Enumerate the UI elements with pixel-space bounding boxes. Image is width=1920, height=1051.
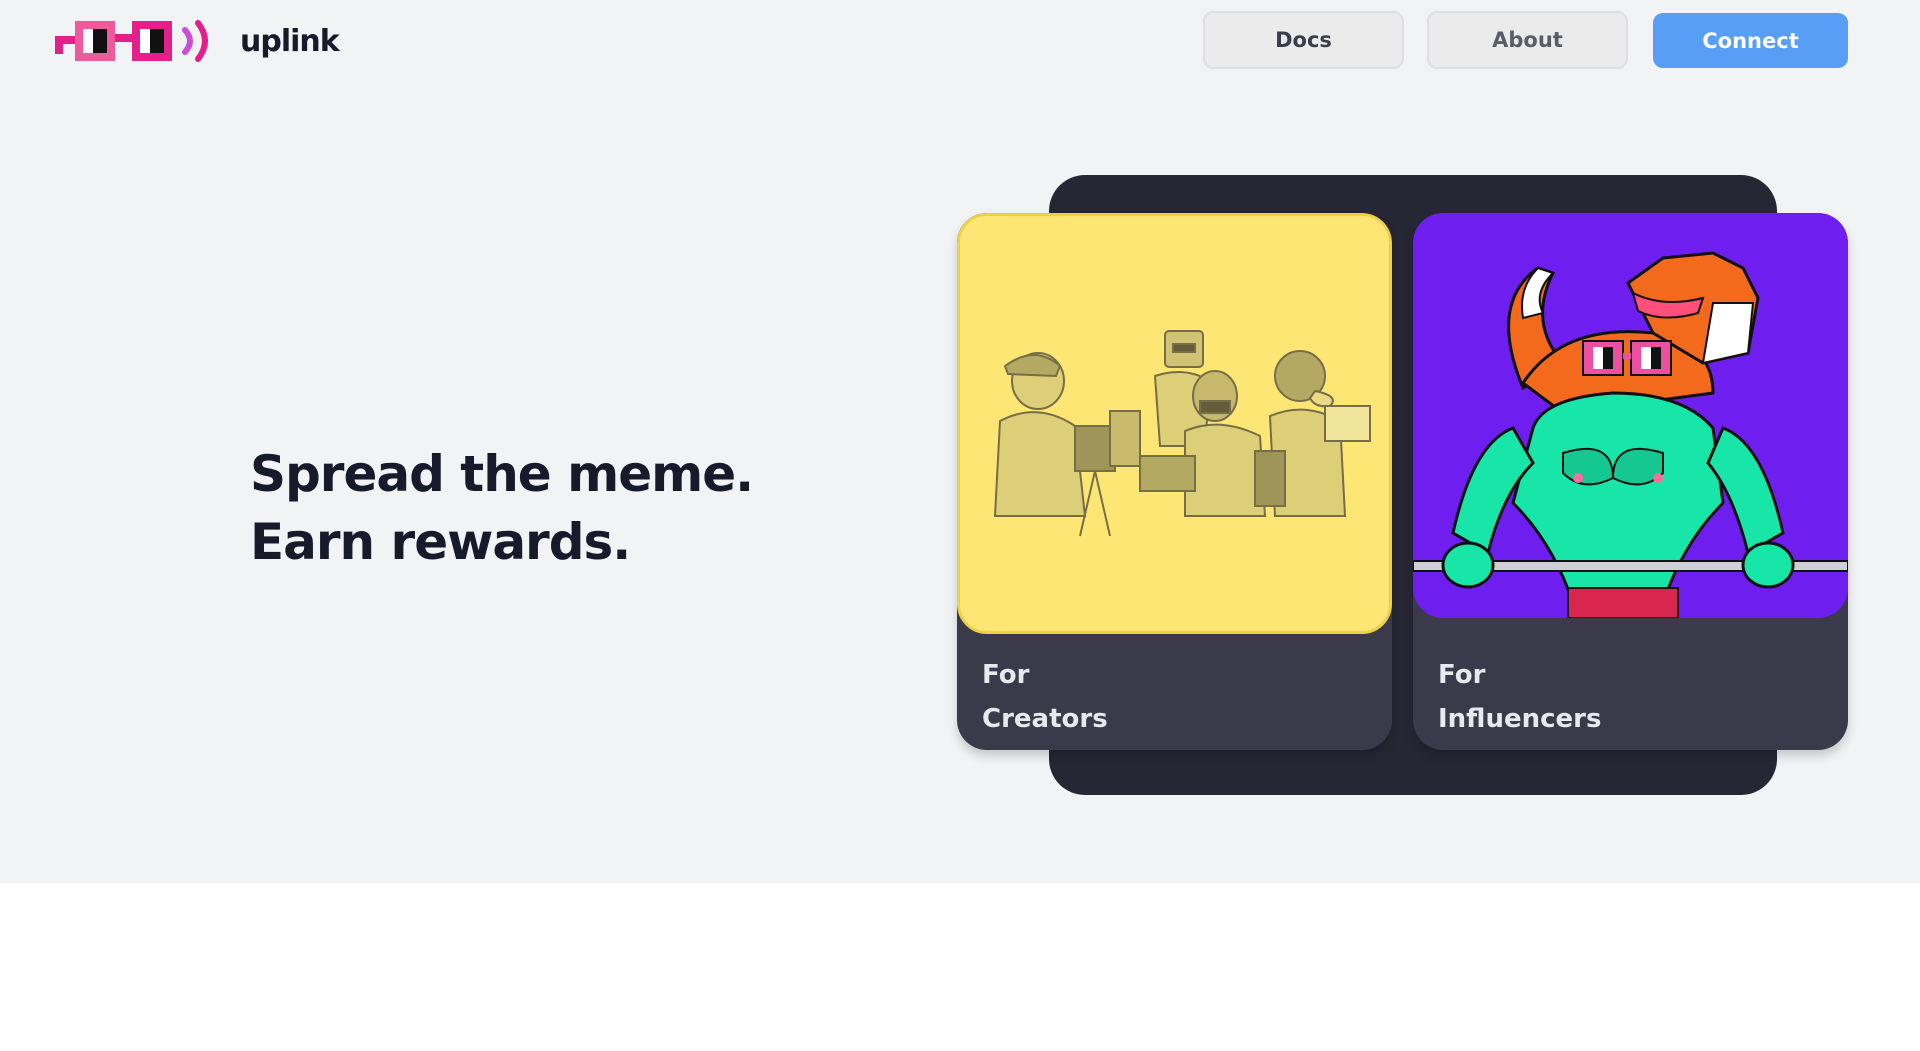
- hero-headline: Spread the meme. Earn rewards.: [250, 440, 754, 576]
- creators-card[interactable]: For Creators: [957, 213, 1392, 750]
- creators-sketch-icon: [993, 330, 1371, 537]
- influencer-illustration: [1413, 213, 1848, 619]
- headline-line-1: Spread the meme.: [250, 445, 754, 503]
- buff-fox-icon: [1413, 251, 1848, 619]
- headline-line-2: Earn rewards.: [250, 513, 631, 571]
- creators-illustration: [957, 213, 1392, 634]
- about-button[interactable]: About: [1427, 11, 1628, 69]
- connect-button[interactable]: Connect: [1653, 13, 1848, 68]
- creators-label-line-1: For: [982, 660, 1030, 690]
- creators-card-label: For Creators: [982, 653, 1108, 741]
- brand-logo[interactable]: uplink: [55, 14, 340, 69]
- uplink-glasses-logo-icon: [55, 20, 208, 62]
- docs-button[interactable]: Docs: [1203, 11, 1404, 69]
- hero-section: uplink Docs About Connect Spread the mem…: [0, 0, 1920, 883]
- influencers-label-line-1: For: [1438, 660, 1486, 690]
- influencers-card[interactable]: For Influencers: [1413, 213, 1848, 750]
- influencers-card-label: For Influencers: [1438, 653, 1601, 741]
- influencers-label-line-2: Influencers: [1438, 704, 1602, 734]
- creators-label-line-2: Creators: [982, 704, 1108, 734]
- page-below-fold: [0, 883, 1920, 1051]
- brand-name: uplink: [240, 24, 340, 59]
